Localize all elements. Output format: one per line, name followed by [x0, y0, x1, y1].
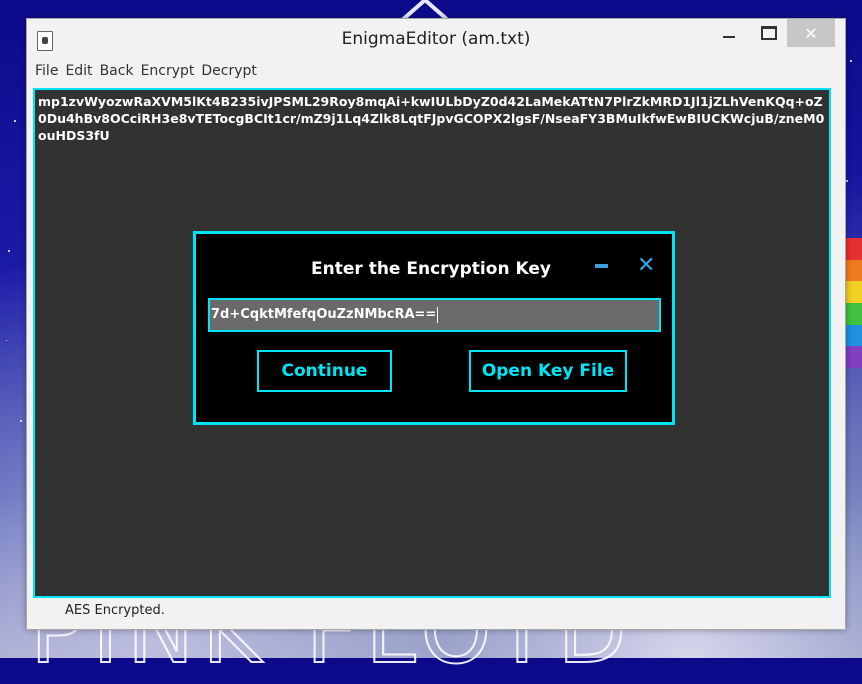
close-button[interactable]: ✕	[787, 19, 835, 47]
text-caret	[437, 306, 439, 323]
maximize-icon	[761, 26, 777, 40]
menu-bar: File Edit Back Encrypt Decrypt	[35, 63, 257, 85]
status-text: AES Encrypted.	[65, 603, 165, 618]
key-value: 7d+CqktMfefqOuZzNMbcRA==	[211, 307, 437, 322]
open-key-file-button[interactable]: Open Key File	[469, 350, 627, 392]
menu-decrypt[interactable]: Decrypt	[201, 63, 257, 85]
title-bar: EnigmaEditor (am.txt) ✕	[27, 19, 845, 59]
close-icon: ✕	[804, 23, 818, 43]
menu-encrypt[interactable]: Encrypt	[141, 63, 195, 85]
continue-button[interactable]: Continue	[257, 350, 392, 392]
star-decoration	[850, 60, 852, 62]
menu-back[interactable]: Back	[100, 63, 134, 85]
encryption-key-dialog: Enter the Encryption Key ✕ 7d+CqktMfefqO…	[193, 231, 675, 425]
minimize-icon	[723, 36, 735, 38]
star-decoration	[14, 120, 16, 122]
dialog-close-icon: ✕	[637, 253, 656, 278]
dialog-close-button[interactable]: ✕	[637, 255, 655, 277]
app-window: EnigmaEditor (am.txt) ✕ File Edit Back E…	[26, 18, 846, 630]
minimize-button[interactable]	[707, 19, 751, 47]
menu-edit[interactable]: Edit	[65, 63, 92, 85]
star-decoration	[8, 250, 10, 252]
star-decoration	[6, 340, 7, 341]
encryption-key-input[interactable]: 7d+CqktMfefqOuZzNMbcRA==	[208, 298, 661, 332]
star-decoration	[20, 420, 22, 422]
menu-file[interactable]: File	[35, 63, 58, 85]
dialog-minimize-icon	[595, 264, 608, 268]
dialog-minimize-button[interactable]	[595, 257, 609, 277]
editor-content[interactable]: mp1zvWyozwRaXVM5lKt4B235ivJPSML29Roy8mqA…	[38, 93, 827, 144]
maximize-button[interactable]	[751, 19, 787, 47]
star-decoration	[846, 180, 848, 182]
